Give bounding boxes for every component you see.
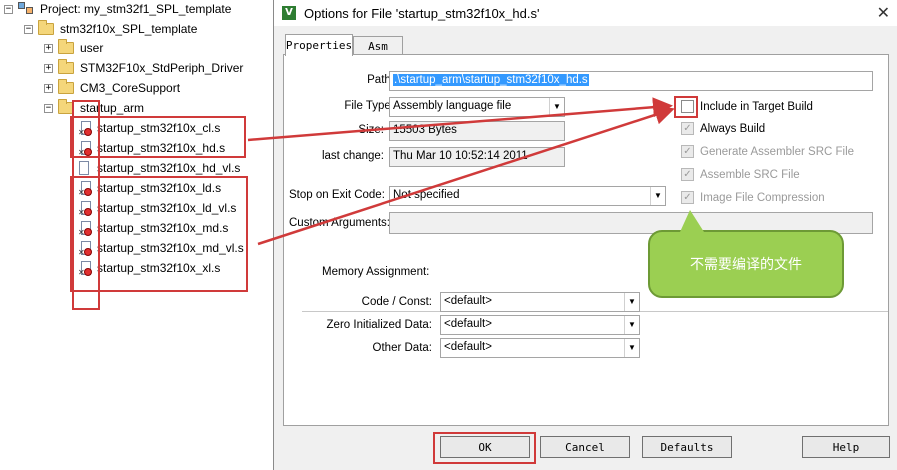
- file-label: startup_stm32f10x_hd_vl.s: [97, 161, 241, 175]
- collapse-icon[interactable]: −: [24, 24, 33, 34]
- path-value: .\startup_arm\startup_stm32f10x_hd.s: [393, 74, 589, 86]
- annotation-box-ok: [433, 432, 536, 464]
- annotation-box-ld-xl: [70, 176, 248, 292]
- stop-on-exit-label: Stop on Exit Code:: [289, 189, 385, 201]
- group-label: CM3_CoreSupport: [80, 81, 181, 95]
- collapse-icon[interactable]: −: [44, 103, 53, 113]
- project-icon: [18, 2, 34, 16]
- custom-args-label: Custom Arguments:: [289, 217, 390, 229]
- gen-asm-src-checkbox: ✓: [681, 145, 694, 158]
- tree-project-row[interactable]: − Project: my_stm32f1_SPL_template: [4, 0, 231, 19]
- folder-icon: [38, 20, 54, 35]
- include-target-build-row[interactable]: Include in Target Build: [681, 100, 813, 113]
- file-type-value: Assembly language file: [393, 100, 512, 112]
- tree-group-coresupport[interactable]: + CM3_CoreSupport: [44, 78, 180, 98]
- help-button[interactable]: Help: [802, 436, 890, 458]
- last-change-label: last change:: [321, 150, 384, 162]
- always-build-label: Always Build: [700, 122, 766, 135]
- zero-init-label: Zero Initialized Data:: [326, 319, 432, 331]
- dialog-title: Options for File 'startup_stm32f10x_hd.s…: [304, 5, 540, 21]
- file-type-label: File Type:: [344, 100, 394, 112]
- stop-on-exit-value: Not specified: [393, 189, 460, 201]
- tab-asm[interactable]: Asm: [353, 36, 403, 56]
- callout-text: 不需要编译的文件: [690, 256, 802, 272]
- tree-target-row[interactable]: − stm32f10x_SPL_template: [24, 19, 197, 39]
- expand-icon[interactable]: +: [44, 43, 53, 53]
- collapse-icon[interactable]: −: [4, 4, 13, 14]
- path-label: Path:: [367, 74, 394, 86]
- chevron-down-icon[interactable]: ▼: [624, 316, 639, 334]
- assemble-src-label: Assemble SRC File: [700, 168, 800, 181]
- code-const-label: Code / Const:: [361, 296, 432, 308]
- size-label: Size:: [358, 124, 384, 136]
- image-compression-label: Image File Compression: [700, 191, 825, 204]
- image-compression-checkbox: ✓: [681, 191, 694, 204]
- gen-asm-src-row: ✓ Generate Assembler SRC File: [681, 145, 854, 158]
- group-label: user: [80, 41, 104, 55]
- chevron-down-icon[interactable]: ▼: [650, 187, 665, 205]
- annotation-box-include-checkbox: [674, 96, 698, 118]
- tree-file-row[interactable]: startup_stm32f10x_hd_vl.s: [78, 158, 240, 178]
- folder-icon: [58, 59, 74, 74]
- folder-icon: [58, 39, 74, 54]
- gen-asm-src-label: Generate Assembler SRC File: [700, 145, 855, 158]
- tree-group-user[interactable]: + user: [44, 38, 103, 58]
- tab-properties[interactable]: Properties: [285, 34, 353, 56]
- tree-group-stdperiph[interactable]: + STM32F10x_StdPeriph_Driver: [44, 58, 243, 78]
- path-field[interactable]: .\startup_arm\startup_stm32f10x_hd.s: [389, 71, 873, 91]
- chevron-down-icon[interactable]: ▼: [549, 98, 564, 116]
- include-target-build-label: Include in Target Build: [700, 100, 813, 113]
- assemble-src-checkbox: ✓: [681, 168, 694, 181]
- memory-title: Memory Assignment:: [322, 266, 430, 278]
- chevron-down-icon[interactable]: ▼: [624, 339, 639, 357]
- code-const-value: <default>: [444, 295, 492, 307]
- size-field: 15503 Bytes: [389, 121, 565, 141]
- last-change-field: Thu Mar 10 10:52:14 2011: [389, 147, 565, 167]
- callout-note: 不需要编译的文件: [648, 210, 844, 298]
- cancel-button[interactable]: Cancel: [540, 436, 630, 458]
- dialog-titlebar[interactable]: V Options for File 'startup_stm32f10x_hd…: [274, 0, 897, 26]
- chevron-down-icon[interactable]: ▼: [624, 293, 639, 311]
- project-tree: − Project: my_stm32f1_SPL_template − stm…: [0, 0, 258, 470]
- project-label: Project: my_stm32f1_SPL_template: [40, 2, 232, 16]
- expand-icon[interactable]: +: [44, 83, 53, 93]
- always-build-checkbox[interactable]: ✓: [681, 122, 694, 135]
- close-icon[interactable]: ✕: [877, 3, 890, 22]
- file-type-select[interactable]: Assembly language file ▼: [389, 97, 565, 117]
- other-data-label: Other Data:: [372, 342, 432, 354]
- target-label: stm32f10x_SPL_template: [60, 22, 198, 36]
- expand-icon[interactable]: +: [44, 63, 53, 73]
- stop-on-exit-select[interactable]: Not specified ▼: [389, 186, 666, 206]
- other-data-value: <default>: [444, 341, 492, 353]
- zero-init-select[interactable]: <default> ▼: [440, 315, 640, 335]
- folder-icon: [58, 79, 74, 94]
- assemble-src-row: ✓ Assemble SRC File: [681, 168, 800, 181]
- always-build-row[interactable]: ✓ Always Build: [681, 122, 765, 135]
- group-label: STM32F10x_StdPeriph_Driver: [80, 61, 244, 75]
- defaults-button[interactable]: Defaults: [642, 436, 732, 458]
- other-data-select[interactable]: <default> ▼: [440, 338, 640, 358]
- zero-init-value: <default>: [444, 318, 492, 330]
- image-compression-row: ✓ Image File Compression: [681, 191, 825, 204]
- keil-app-icon: V: [282, 6, 296, 20]
- code-const-select[interactable]: <default> ▼: [440, 292, 640, 312]
- annotation-box-cl-hd: [70, 116, 246, 158]
